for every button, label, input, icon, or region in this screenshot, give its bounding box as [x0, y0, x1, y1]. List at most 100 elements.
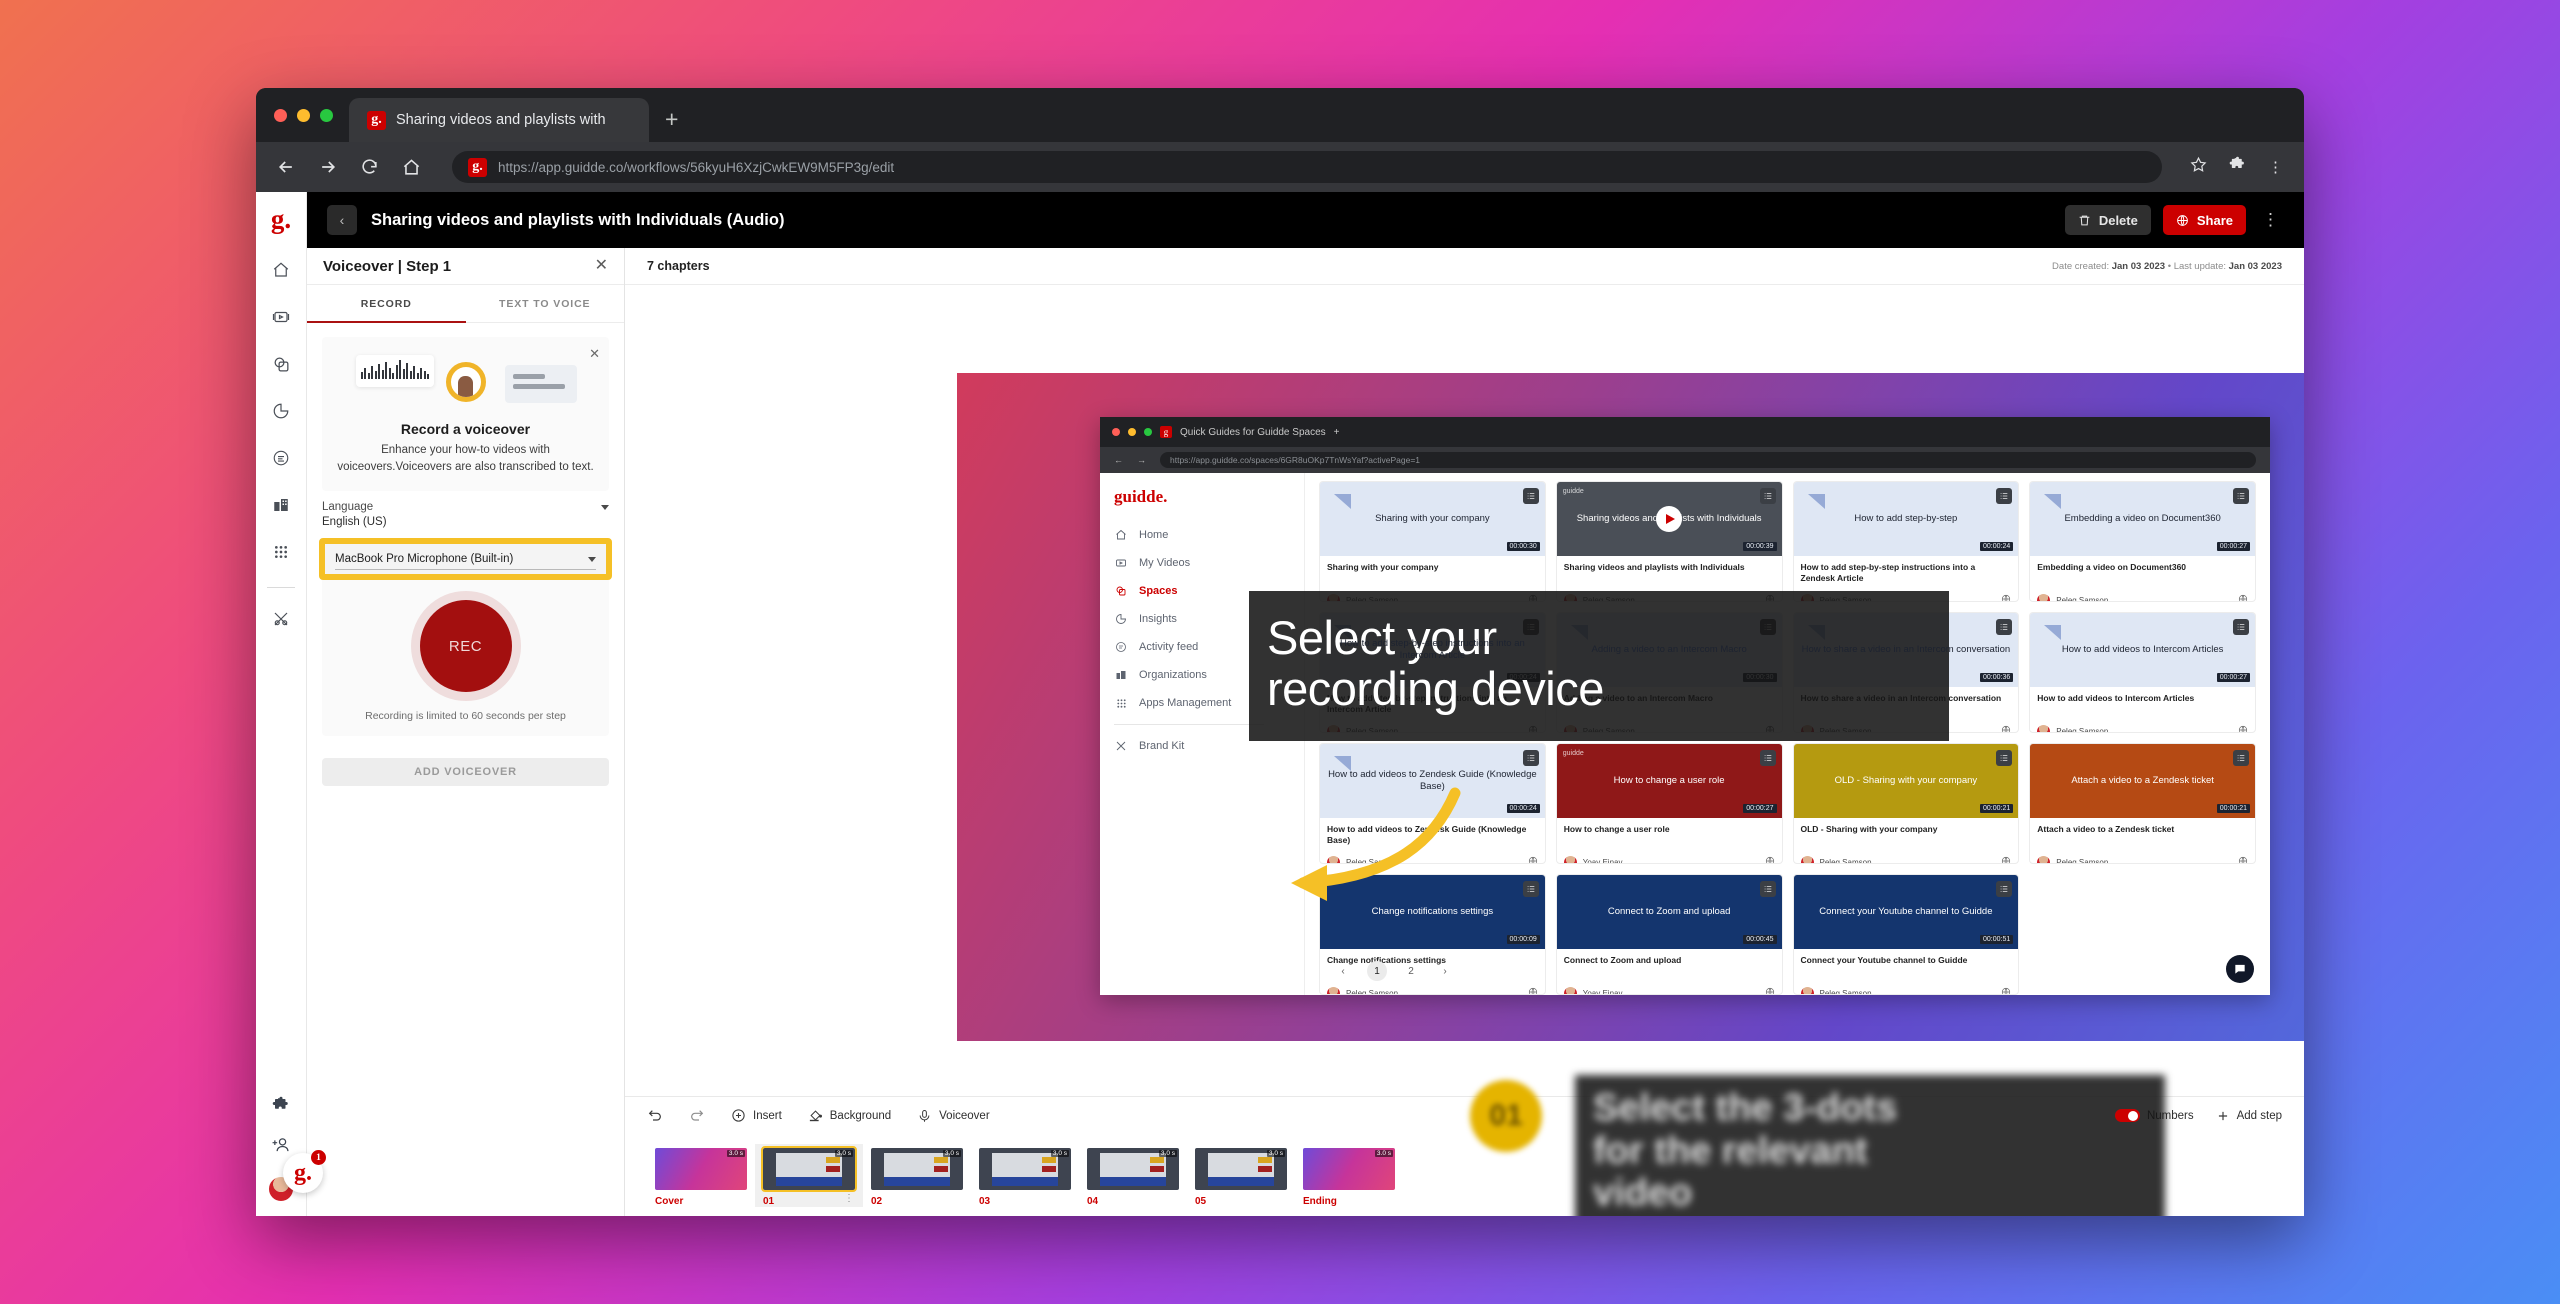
delete-button[interactable]: Delete — [2064, 205, 2151, 235]
sidebar-item-insights[interactable] — [264, 394, 298, 428]
chat-bubble-icon[interactable] — [2226, 955, 2254, 983]
page-1-button[interactable]: 1 — [1367, 961, 1387, 981]
playlist-icon[interactable] — [2233, 750, 2249, 766]
video-thumbnail[interactable]: Sharing with your company 00:00:30 — [1320, 482, 1545, 556]
background-button[interactable]: Background — [808, 1108, 891, 1123]
browser-menu-icon[interactable]: ⋮ — [2268, 158, 2284, 176]
forward-icon[interactable] — [318, 157, 340, 177]
video-card[interactable]: Embedding a video on Document360 00:00:27… — [2029, 481, 2256, 602]
video-thumbnail[interactable]: Change notifications settings 00:00:09 — [1320, 875, 1545, 949]
playlist-icon[interactable] — [1996, 488, 2013, 504]
video-card[interactable]: OLD - Sharing with your company 00:00:21 O… — [1792, 743, 2020, 864]
close-window-button[interactable] — [274, 108, 287, 122]
tab-text-to-voice[interactable]: TEXT TO VOICE — [466, 285, 625, 322]
reload-icon[interactable] — [360, 158, 382, 177]
frame-thumbnail[interactable]: 3.0 s — [1195, 1147, 1287, 1190]
toggle-switch[interactable] — [2114, 1109, 2140, 1122]
sidebar-item-my-videos[interactable] — [264, 300, 298, 334]
redo-icon[interactable] — [689, 1108, 705, 1124]
sidebar-item-brand-kit[interactable] — [264, 602, 298, 636]
voiceover-button[interactable]: Voiceover — [917, 1108, 990, 1123]
sidebar-item-activity-feed[interactable] — [264, 441, 298, 475]
video-card[interactable]: guidde Sharing videos and playlists with … — [1555, 481, 1783, 602]
filmstrip-frame[interactable]: 3.0 s 02 — [863, 1144, 971, 1207]
guidde-logo[interactable]: g. — [271, 206, 291, 233]
extensions-icon[interactable] — [272, 1096, 290, 1119]
playlist-icon[interactable] — [1759, 750, 1776, 766]
playlist-icon[interactable] — [2233, 619, 2249, 635]
video-thumbnail[interactable]: guiddeSharing videos and playlists with … — [1556, 482, 1782, 556]
undo-icon[interactable] — [647, 1108, 663, 1124]
video-card[interactable]: Attach a video to a Zendesk ticket 00:00:… — [2029, 743, 2256, 864]
video-card[interactable]: How to add videos to Zendesk Guide (Know… — [1319, 743, 1546, 864]
user-avatar[interactable]: g. 1 — [268, 1150, 326, 1202]
video-thumbnail[interactable]: Connect to Zoom and upload 00:00:45 — [1556, 875, 1782, 949]
video-card[interactable]: Connect to Zoom and upload 00:00:45 Connec… — [1555, 874, 1783, 995]
back-icon[interactable] — [276, 157, 298, 177]
maximize-window-button[interactable] — [320, 108, 333, 122]
frame-thumbnail[interactable]: 3.0 s — [1303, 1147, 1395, 1190]
playlist-icon[interactable] — [2233, 488, 2249, 504]
next-page-button[interactable]: › — [1435, 961, 1455, 981]
sidebar-item-apps-management[interactable] — [264, 535, 298, 569]
video-card[interactable]: Sharing with your company 00:00:30 Sharing… — [1319, 481, 1546, 602]
add-step-button[interactable]: Add step — [2216, 1109, 2282, 1123]
frame-thumbnail[interactable]: 3.0 s — [655, 1147, 747, 1190]
browser-tab[interactable]: g. Sharing videos and playlists with — [349, 98, 649, 142]
mini-nav-item-home[interactable]: Home — [1114, 521, 1304, 549]
filmstrip-frame[interactable]: 3.0 s 05 — [1187, 1144, 1295, 1207]
insert-button[interactable]: Insert — [731, 1108, 782, 1123]
playlist-icon[interactable] — [1759, 488, 1776, 504]
tab-record[interactable]: RECORD — [307, 285, 466, 323]
playlist-icon[interactable] — [1522, 881, 1539, 897]
video-card[interactable]: guidde How to change a user role 00:00:27 H… — [1555, 743, 1783, 864]
add-voiceover-button[interactable]: ADD VOICEOVER — [322, 758, 609, 787]
filmstrip-frame[interactable]: 3.0 s 01 ⋮ — [755, 1143, 863, 1207]
playlist-icon[interactable] — [1522, 750, 1539, 766]
video-thumbnail[interactable]: Attach a video to a Zendesk ticket 00:00:… — [2030, 744, 2255, 818]
minimize-window-button[interactable] — [297, 108, 310, 122]
guidde-badge-icon[interactable]: g. 1 — [283, 1150, 326, 1193]
video-thumbnail[interactable]: Embedding a video on Document360 00:00:27 — [2030, 482, 2255, 556]
video-thumbnail[interactable]: How to add step-by-step 00:00:24 — [1793, 482, 2019, 556]
sidebar-item-home[interactable] — [264, 253, 298, 287]
video-card[interactable]: Connect your Youtube channel to Guidde 00… — [1792, 874, 2020, 995]
playlist-icon[interactable] — [1996, 619, 2013, 635]
home-icon[interactable] — [402, 158, 424, 177]
sidebar-item-organizations[interactable] — [264, 488, 298, 522]
header-menu-icon[interactable]: ⋮ — [2258, 210, 2284, 230]
sidebar-item-spaces[interactable] — [264, 347, 298, 381]
microphone-select[interactable]: MacBook Pro Microphone (Built-in) — [325, 544, 606, 575]
extensions-puzzle-icon[interactable] — [2229, 156, 2246, 178]
playlist-icon[interactable] — [1996, 750, 2013, 766]
mini-nav-item-my-videos[interactable]: My Videos — [1114, 549, 1304, 577]
invite-user-icon[interactable] — [271, 1135, 291, 1160]
video-card[interactable]: How to add videos to Intercom Articles 00… — [2029, 612, 2256, 733]
url-bar[interactable]: g. https://app.guidde.co/workflows/56kyu… — [452, 151, 2162, 183]
close-panel-icon[interactable]: ✕ — [595, 258, 608, 274]
page-2-button[interactable]: 2 — [1401, 961, 1421, 981]
filmstrip-frame[interactable]: 3.0 s Ending — [1295, 1144, 1403, 1207]
video-thumbnail[interactable]: OLD - Sharing with your company 00:00:21 — [1793, 744, 2019, 818]
video-thumbnail[interactable]: Connect your Youtube channel to Guidde 00… — [1793, 875, 2019, 949]
language-selector[interactable]: Language — [322, 501, 609, 513]
play-button-overlay[interactable] — [1656, 506, 1683, 532]
new-tab-button[interactable]: + — [665, 106, 678, 133]
share-button[interactable]: Share — [2162, 205, 2246, 235]
filmstrip-frame[interactable]: 3.0 s 04 — [1079, 1144, 1187, 1207]
frame-thumbnail[interactable]: 3.0 s — [1087, 1147, 1179, 1190]
playlist-icon[interactable] — [1759, 881, 1776, 897]
record-button[interactable]: REC — [419, 600, 512, 693]
video-thumbnail[interactable]: guidde How to change a user role 00:00:27 — [1556, 744, 1782, 818]
filmstrip-frame[interactable]: 3.0 s 03 — [971, 1144, 1079, 1207]
playlist-icon[interactable] — [1522, 488, 1539, 504]
frame-menu-icon[interactable]: ⋮ — [844, 1193, 854, 1203]
back-button[interactable]: ‹ — [327, 205, 357, 235]
playlist-icon[interactable] — [1996, 881, 2013, 897]
frame-thumbnail[interactable]: 3.0 s — [761, 1145, 857, 1192]
prev-page-button[interactable]: ‹ — [1333, 961, 1353, 981]
bookmark-star-icon[interactable] — [2190, 156, 2207, 178]
video-thumbnail[interactable]: How to add videos to Intercom Articles 00… — [2030, 613, 2255, 687]
frame-thumbnail[interactable]: 3.0 s — [871, 1147, 963, 1190]
video-card[interactable]: How to add step-by-step 00:00:24 How to ad… — [1792, 481, 2020, 602]
